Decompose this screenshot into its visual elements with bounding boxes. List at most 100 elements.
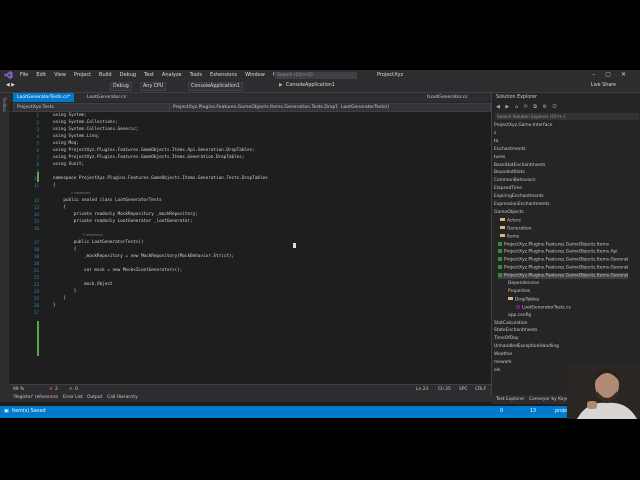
tab-call-hierarchy[interactable]: Call Hierarchy	[107, 395, 138, 400]
solution-explorer: Solution Explorer ◀ ▶ ⌂ ⟳ ⧉ ⚙ ⎚ Search S…	[491, 93, 640, 395]
solution-tree-item-label: StatCalculation	[494, 320, 528, 326]
solution-tree-item[interactable]: ProjectXyz.Game.Interface	[494, 123, 552, 128]
csharp-project-icon	[498, 257, 502, 262]
solution-tree-item[interactable]: TimeOfDay	[494, 336, 518, 341]
solution-tree-item-label: DropTables	[515, 297, 540, 303]
solution-tree-item-label: ElapsedTime	[494, 186, 522, 192]
menu-item-view[interactable]: View	[54, 72, 66, 78]
solution-tree-item[interactable]: Actors	[500, 217, 521, 223]
mouse-cursor	[293, 243, 296, 248]
code-editor[interactable]: 1234567891011121314151617181920212223242…	[9, 112, 491, 384]
solution-tree-item[interactable]: ExpressionEnchantments	[494, 202, 550, 207]
solution-tree-item[interactable]: LootGeneratorTests.cs	[516, 304, 571, 310]
menu-item-extensions[interactable]: Extensions	[210, 72, 237, 78]
solution-tree-item[interactable]: ProjectXyz.Plugins.Features.GameObjects.…	[498, 249, 617, 255]
solution-tree-item[interactable]: Generation	[500, 225, 532, 231]
tab-ilootgenerator[interactable]: ILootGenerator.cs	[423, 93, 472, 102]
solution-tree-item[interactable]: DropTables	[508, 296, 540, 303]
line-number: 11	[33, 183, 39, 188]
solution-tree-item[interactable]: Dependencies	[508, 281, 539, 286]
solution-tree-item[interactable]: StateEnchantments	[494, 328, 537, 333]
menu-item-window[interactable]: Window	[245, 72, 265, 78]
project-dropdown[interactable]: ProjectXyz.Tests	[13, 103, 171, 112]
menu-item-test[interactable]: Test	[144, 72, 154, 78]
solution-tree-item[interactable]: Properties	[508, 289, 530, 294]
solution-tree-item[interactable]: ProjectXyz.Plugins.Features.GameObjects.…	[498, 273, 629, 279]
ctor-references-hint[interactable]: 0 references	[83, 233, 102, 237]
folder-icon	[500, 217, 505, 222]
tab-output[interactable]: Output	[87, 395, 102, 400]
solution-tree-item-label: ExpiringEnchantments	[494, 194, 544, 200]
changes-count[interactable]: 13	[530, 408, 536, 416]
class-dropdown[interactable]: ProjectXyz.Plugins.Features.GameObjects.…	[169, 103, 339, 112]
back-icon[interactable]: ◀ ▶	[6, 82, 15, 89]
class-references-hint[interactable]: 0 references	[71, 191, 90, 195]
tab-conveyor[interactable]: Conveyor by Keyoti	[529, 397, 572, 402]
solution-tree-item[interactable]: Items	[500, 233, 519, 239]
solution-tree-item[interactable]: Weather	[494, 352, 513, 357]
error-icon[interactable]: ⊗	[49, 386, 53, 393]
zoom-level[interactable]: 99 %	[13, 386, 24, 393]
solution-explorer-toolbar[interactable]: ◀ ▶ ⌂ ⟳ ⧉ ⚙ ⎚	[496, 104, 636, 112]
configuration-dropdown[interactable]: Debug	[110, 82, 132, 91]
toolbox-strip[interactable]: Toolbox	[0, 93, 9, 398]
solution-tree-item[interactable]: tures	[494, 155, 505, 160]
solution-search-input[interactable]: Search Solution Explorer (Ctrl+;)	[495, 113, 639, 120]
play-icon[interactable]: ▶	[279, 82, 283, 89]
solution-tree-item[interactable]: BoundedStats	[494, 170, 525, 175]
live-share-button[interactable]: Live Share	[591, 83, 616, 88]
line-number: 20	[33, 261, 39, 266]
title-bar: File Edit View Project Build Debug Test Analyze…	[0, 70, 640, 80]
tab-references[interactable]: 'Register' references	[13, 395, 58, 400]
line-number: 13	[33, 205, 39, 210]
branch-name[interactable]: proje	[555, 408, 567, 416]
tab-lootgeneratortests[interactable]: LootGeneratorTests.cs*	[13, 93, 75, 102]
menu-item-project[interactable]: Project	[74, 72, 91, 78]
code-line: private readonly LootGenerator _lootGene…	[53, 219, 193, 224]
warning-icon[interactable]: ⚠	[69, 386, 73, 393]
solution-tree-item-label: ProjectXyz.Plugins.Features.GameObjects.…	[504, 265, 629, 271]
warning-count[interactable]: 0	[75, 386, 78, 393]
menu-item-file[interactable]: File	[20, 72, 28, 78]
solution-tree-item[interactable]: ols	[494, 368, 500, 373]
solution-tree-item[interactable]: BaseStatEnchantments	[494, 163, 545, 168]
solution-tree-item[interactable]: s	[494, 131, 496, 136]
line-ending-indicator[interactable]: CRLF	[475, 386, 486, 393]
menu-item-tools[interactable]: Tools	[190, 72, 202, 78]
solution-tree-item[interactable]: Enchantments	[494, 147, 526, 152]
menu-item-debug[interactable]: Debug	[120, 72, 136, 78]
error-count[interactable]: 2	[55, 386, 58, 393]
platform-dropdown[interactable]: Any CPU	[140, 82, 167, 91]
menu-item-build[interactable]: Build	[99, 72, 112, 78]
solution-tree-item[interactable]: ProjectXyz.Plugins.Features.GameObjects.…	[498, 257, 628, 263]
startup-project-dropdown[interactable]: ConsoleApplication1	[188, 82, 243, 91]
solution-tree-item[interactable]: mework	[494, 360, 512, 365]
solution-tree-item[interactable]: CommonBehaviors	[494, 178, 536, 183]
solution-tree-item[interactable]: UnhandledExceptionHandling	[494, 344, 559, 349]
code-line: private readonly MockRepository _mockRep…	[53, 212, 198, 217]
line-number: 7	[36, 155, 39, 160]
solution-tree-item[interactable]: StatCalculation	[494, 321, 527, 326]
solution-tree-item[interactable]: GameObjects	[494, 210, 524, 215]
tab-lootgenerator[interactable]: LootGenerator.cs	[83, 93, 130, 102]
member-dropdown[interactable]: LootGeneratorTests()	[337, 103, 491, 112]
solution-tree-item[interactable]: ExpiringEnchantments	[494, 194, 544, 199]
solution-name: ProjectXyz	[377, 72, 404, 78]
indent-indicator[interactable]: SPC	[459, 386, 468, 393]
code-line: var mock = new Mock<ILootGenerator>();	[53, 268, 183, 273]
run-button[interactable]: ConsoleApplication1	[286, 82, 335, 89]
solution-tree-item[interactable]: ProjectXyz.Plugins.Features.GameObjects.…	[498, 241, 609, 247]
tab-error-list[interactable]: Error List	[63, 395, 83, 400]
search-input[interactable]: Search (Ctrl+Q)	[275, 71, 357, 79]
window-controls[interactable]: –▢✕	[592, 71, 636, 78]
push-count[interactable]: 0	[500, 408, 503, 416]
menu-item-analyze[interactable]: Analyze	[162, 72, 182, 78]
solution-tree-item[interactable]: app.config	[508, 313, 531, 318]
solution-tree-item[interactable]: ta	[494, 139, 498, 144]
solution-tree-item[interactable]: ElapsedTime	[494, 186, 522, 191]
line-number: 22	[33, 275, 39, 280]
solution-tree-item-label: tures	[494, 154, 506, 160]
tab-test-explorer[interactable]: Test Explorer	[496, 397, 524, 402]
solution-tree-item[interactable]: ProjectXyz.Plugins.Features.GameObjects.…	[498, 265, 628, 271]
menu-item-edit[interactable]: Edit	[36, 72, 46, 78]
